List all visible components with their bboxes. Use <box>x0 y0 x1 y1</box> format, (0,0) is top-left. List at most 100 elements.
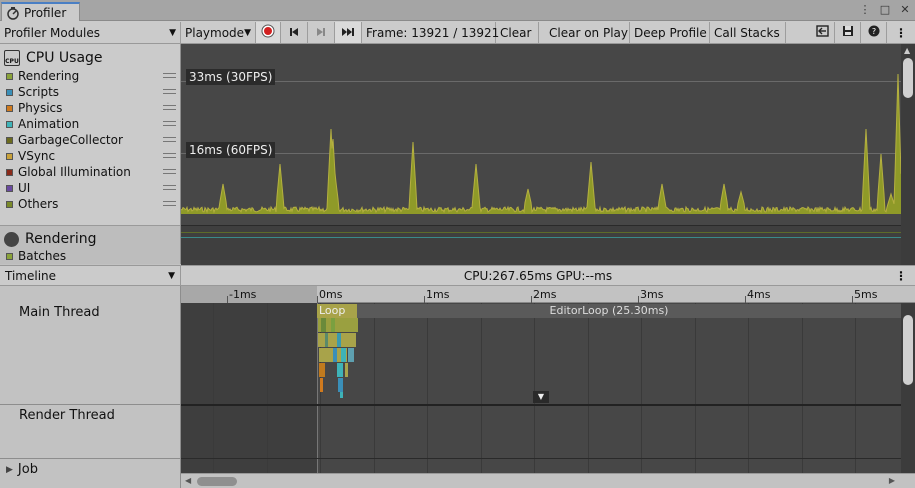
legend-label: Animation <box>18 117 80 131</box>
call-stacks-button[interactable]: Call Stacks <box>710 22 786 43</box>
drag-handle-icon[interactable] <box>163 121 176 126</box>
skip-to-end-icon <box>341 26 355 40</box>
drag-handle-icon[interactable] <box>163 89 176 94</box>
timeline-hscroll-thumb[interactable] <box>197 477 237 486</box>
batches-label: Batches <box>18 249 67 263</box>
legend-item[interactable]: GarbageCollector <box>0 132 180 148</box>
profiler-modules-dropdown[interactable]: Profiler Modules ▼ <box>0 22 181 43</box>
thread-list: Main Thread Render Thread ▶ Job <box>0 286 181 488</box>
timeline-view[interactable]: -1ms 0ms 1ms 2ms 3ms 4ms 5ms Loop (0. EditorLo… <box>181 286 915 488</box>
legend-swatch <box>6 104 13 112</box>
step-back-icon <box>288 26 300 40</box>
legend-label: VSync <box>18 149 56 163</box>
legend-item[interactable]: Animation <box>0 116 180 132</box>
timeline-vertical-scrollbar[interactable] <box>901 303 915 473</box>
drag-handle-icon[interactable] <box>163 73 176 78</box>
legend-label: Global Illumination <box>18 165 131 179</box>
legend-swatch <box>6 168 13 176</box>
chevron-down-icon: ▼ <box>168 271 175 281</box>
drag-handle-icon[interactable] <box>163 169 176 174</box>
drag-handle-icon[interactable] <box>163 137 176 142</box>
rendering-module[interactable]: Rendering Batches <box>0 225 180 264</box>
scroll-right-icon[interactable]: ▶ <box>889 476 895 485</box>
legend-swatch <box>6 152 13 160</box>
thread-divider <box>0 458 181 459</box>
drag-handle-icon[interactable] <box>163 185 176 190</box>
ruler-tick-label: 3ms <box>640 288 664 301</box>
cpu-usage-area <box>181 74 901 214</box>
profiler-module-list: CPU CPU Usage Rendering Scripts Physics Ani… <box>0 44 181 264</box>
legend-label: GarbageCollector <box>18 133 123 147</box>
legend-label: Scripts <box>18 85 60 99</box>
chevron-down-icon: ▼ <box>244 27 251 38</box>
clear-on-play-button[interactable]: Clear on Play <box>545 22 630 43</box>
cpu-usage-line <box>181 73 901 214</box>
time-grid-line <box>695 303 696 473</box>
chart-vertical-scrollbar[interactable]: ▲ <box>901 44 915 265</box>
timeline-horizontal-scrollbar[interactable]: ◀ ▶ <box>181 473 915 488</box>
legend-item[interactable]: UI <box>0 180 180 196</box>
more-vertical-icon[interactable]: ⋮ <box>895 269 907 283</box>
clear-button[interactable]: Clear <box>496 22 539 43</box>
more-options-icon[interactable]: ⋮ <box>859 3 871 16</box>
render-thread-label[interactable]: Render Thread <box>19 408 115 423</box>
ruler-tick <box>745 296 746 303</box>
cpu-usage-chart[interactable]: 33ms (30FPS) 16ms (60FPS) ▲ <box>181 44 915 265</box>
help-button[interactable]: ? <box>861 22 887 43</box>
view-mode-dropdown[interactable]: Timeline ▼ <box>0 266 181 286</box>
legend-item[interactable]: Scripts <box>0 84 180 100</box>
legend-swatch <box>6 120 13 128</box>
cpu-icon: CPU <box>4 50 20 66</box>
current-frame-button[interactable] <box>335 22 362 43</box>
legend-item[interactable]: Others <box>0 196 180 212</box>
ruler-tick <box>424 296 425 303</box>
legend-item[interactable]: VSync <box>0 148 180 164</box>
time-grid-line <box>213 303 214 473</box>
scroll-left-icon[interactable]: ◀ <box>185 476 191 485</box>
drag-handle-icon[interactable] <box>163 153 176 158</box>
legend-swatch <box>6 136 13 144</box>
sample-stack[interactable] <box>317 318 367 398</box>
time-grid-line <box>481 303 482 473</box>
ruler-tick-label: 1ms <box>426 288 450 301</box>
drag-handle-icon[interactable] <box>163 105 176 110</box>
batches-swatch <box>6 252 13 260</box>
job-thread-group[interactable]: ▶ Job <box>6 462 38 477</box>
load-button[interactable] <box>811 22 835 43</box>
cpu-usage-module-header[interactable]: CPU CPU Usage <box>0 44 180 68</box>
toolbar-more-button[interactable]: ⋮ <box>887 22 915 43</box>
record-button[interactable] <box>256 22 281 43</box>
previous-frame-button[interactable] <box>281 22 308 43</box>
drag-handle-icon[interactable] <box>163 201 176 206</box>
ruler-tick <box>852 296 853 303</box>
maximize-icon[interactable]: □ <box>879 3 891 16</box>
target-dropdown[interactable]: Playmode ▼ <box>181 22 256 43</box>
profiler-modules-label: Profiler Modules <box>4 25 100 40</box>
chart-scroll-thumb[interactable] <box>903 58 913 98</box>
chevron-down-icon: ▼ <box>169 27 176 38</box>
scroll-up-icon[interactable]: ▲ <box>904 46 910 55</box>
timeline-scroll-thumb[interactable] <box>903 315 913 385</box>
time-grid-line <box>267 303 268 473</box>
time-grid-line <box>641 303 642 473</box>
profiler-tab[interactable]: Profiler <box>1 2 80 22</box>
previous-frame-shade <box>181 303 317 473</box>
expand-thread-icon[interactable]: ▼ <box>533 391 549 403</box>
close-icon[interactable]: ✕ <box>899 3 911 16</box>
profiler-gauge-icon <box>6 6 20 20</box>
legend-item[interactable]: Physics <box>0 100 180 116</box>
record-icon <box>261 24 275 41</box>
save-button[interactable] <box>835 22 861 43</box>
main-thread-label[interactable]: Main Thread <box>19 305 100 320</box>
legend-item[interactable]: Global Illumination <box>0 164 180 180</box>
rendering-chart-line <box>181 237 901 238</box>
ruler-tick <box>317 296 318 303</box>
legend-item[interactable]: Rendering <box>0 68 180 84</box>
call-stacks-label: Call Stacks <box>714 25 780 40</box>
expand-arrow-icon: ▶ <box>6 464 13 475</box>
step-forward-icon <box>315 26 327 40</box>
editor-loop-sample[interactable]: Loop (0. EditorLoop (25.30ms) <box>317 304 901 318</box>
next-frame-button[interactable] <box>308 22 335 43</box>
load-icon <box>816 25 829 40</box>
deep-profile-button[interactable]: Deep Profile <box>630 22 710 43</box>
